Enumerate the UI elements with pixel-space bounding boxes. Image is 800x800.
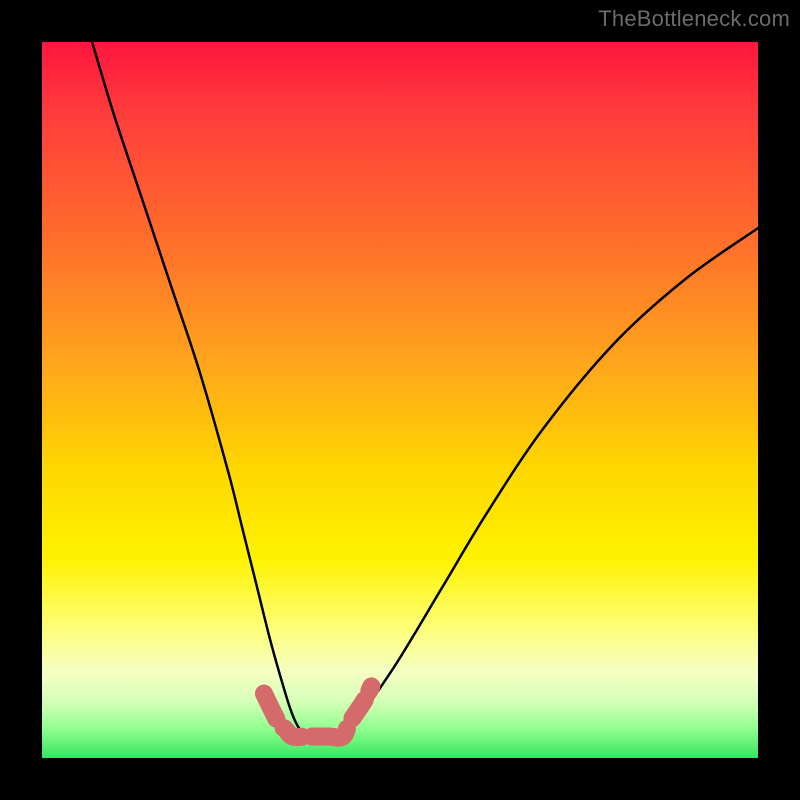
plot-area: [42, 42, 758, 758]
chart-frame: TheBottleneck.com: [0, 0, 800, 800]
watermark-text: TheBottleneck.com: [598, 6, 790, 32]
curve-main: [92, 42, 758, 738]
curve-highlight: [264, 686, 371, 737]
chart-svg: [42, 42, 758, 758]
